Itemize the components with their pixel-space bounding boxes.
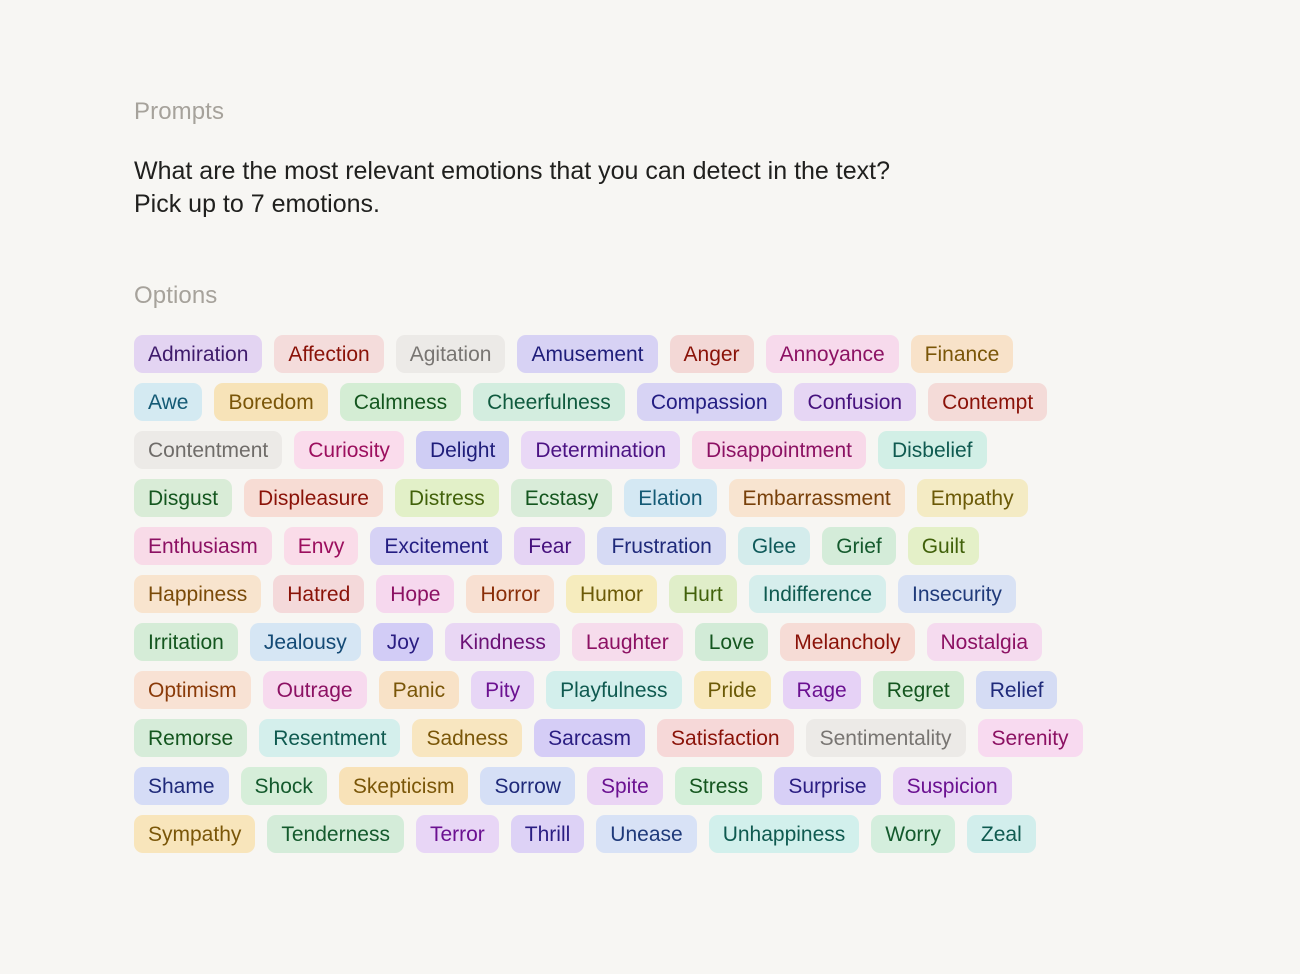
emotion-option-laughter[interactable]: Laughter xyxy=(571,623,683,661)
emotion-option-frustration[interactable]: Frustration xyxy=(597,527,726,565)
emotion-option-hope[interactable]: Hope xyxy=(376,575,455,613)
emotion-option-row: Awe Boredom Calmness Cheerfulness Compassion… xyxy=(134,383,1174,421)
emotion-option-terror[interactable]: Terror xyxy=(415,815,499,853)
emotion-option-enthusiasm[interactable]: Enthusiasm xyxy=(134,527,272,565)
emotion-option-horror[interactable]: Horror xyxy=(466,575,554,613)
emotion-option-row: Shame Shock Skepticism Sorrow Spite Stress Sur… xyxy=(134,767,1174,805)
emotion-options-list: Admiration Affection Agitation Amusement Ang… xyxy=(134,335,1174,853)
emotion-option-outrage[interactable]: Outrage xyxy=(262,671,367,709)
emotion-option-confusion[interactable]: Confusion xyxy=(793,383,917,421)
emotion-option-elation[interactable]: Elation xyxy=(624,479,717,517)
emotion-option-panic[interactable]: Panic xyxy=(378,671,460,709)
emotion-option-shame[interactable]: Shame xyxy=(134,767,229,805)
emotion-option-curiosity[interactable]: Curiosity xyxy=(294,431,404,469)
emotion-option-happiness[interactable]: Happiness xyxy=(134,575,262,613)
emotion-option-agitation[interactable]: Agitation xyxy=(395,335,506,373)
emotion-option-fear[interactable]: Fear xyxy=(514,527,586,565)
emotion-option-joy[interactable]: Joy xyxy=(372,623,434,661)
emotion-option-indifference[interactable]: Indifference xyxy=(748,575,887,613)
emotion-option-nostalgia[interactable]: Nostalgia xyxy=(926,623,1043,661)
emotion-option-admiration[interactable]: Admiration xyxy=(134,335,263,373)
emotion-option-satisfaction[interactable]: Satisfaction xyxy=(657,719,794,757)
emotion-option-row: Happiness Hatred Hope Horror Humor Hurt Indiff… xyxy=(134,575,1174,613)
emotion-option-pity[interactable]: Pity xyxy=(471,671,535,709)
options-section-label: Options xyxy=(134,282,218,309)
emotion-option-row: Admiration Affection Agitation Amusement Ang… xyxy=(134,335,1174,373)
emotion-option-kindness[interactable]: Kindness xyxy=(445,623,560,661)
emotion-option-row: Enthusiasm Envy Excitement Fear Frustration G… xyxy=(134,527,1174,565)
emotion-option-row: Contentment Curiosity Delight Determination… xyxy=(134,431,1174,469)
emotion-option-insecurity[interactable]: Insecurity xyxy=(898,575,1016,613)
emotion-option-ecstasy[interactable]: Ecstasy xyxy=(510,479,613,517)
emotion-option-annoyance[interactable]: Annoyance xyxy=(765,335,899,373)
question-page: Prompts What are the most relevant emoti… xyxy=(0,0,1300,974)
emotion-option-suspicion[interactable]: Suspicion xyxy=(892,767,1012,805)
emotion-option-distress[interactable]: Distress xyxy=(394,479,499,517)
emotion-option-grief[interactable]: Grief xyxy=(822,527,896,565)
emotion-option-hatred[interactable]: Hatred xyxy=(273,575,365,613)
emotion-option-row: Disgust Displeasure Distress Ecstasy Elation… xyxy=(134,479,1174,517)
emotion-option-determination[interactable]: Determination xyxy=(521,431,681,469)
emotion-option-hurt[interactable]: Hurt xyxy=(669,575,737,613)
emotion-option-resentment[interactable]: Resentment xyxy=(259,719,401,757)
emotion-option-zeal[interactable]: Zeal xyxy=(966,815,1036,853)
emotion-option-empathy[interactable]: Empathy xyxy=(916,479,1028,517)
emotion-option-embarrassment[interactable]: Embarrassment xyxy=(728,479,905,517)
emotion-option-cheerfulness[interactable]: Cheerfulness xyxy=(473,383,625,421)
emotion-option-pride[interactable]: Pride xyxy=(693,671,771,709)
emotion-option-thrill[interactable]: Thrill xyxy=(510,815,585,853)
emotion-option-disbelief[interactable]: Disbelief xyxy=(877,431,987,469)
emotion-option-worry[interactable]: Worry xyxy=(871,815,955,853)
emotion-option-melancholy[interactable]: Melancholy xyxy=(780,623,915,661)
emotion-option-optimism[interactable]: Optimism xyxy=(134,671,251,709)
emotion-option-row: Optimism Outrage Panic Pity Playfulness Pride… xyxy=(134,671,1174,709)
emotion-option-anger[interactable]: Anger xyxy=(669,335,754,373)
emotion-option-disgust[interactable]: Disgust xyxy=(134,479,233,517)
emotion-option-row: Sympathy Tenderness Terror Thrill Unease Unha… xyxy=(134,815,1174,853)
emotion-option-delight[interactable]: Delight xyxy=(415,431,510,469)
emotion-option-calmness[interactable]: Calmness xyxy=(339,383,462,421)
emotion-option-jealousy[interactable]: Jealousy xyxy=(249,623,361,661)
emotion-option-remorse[interactable]: Remorse xyxy=(134,719,248,757)
emotion-option-rage[interactable]: Rage xyxy=(782,671,861,709)
emotion-option-sorrow[interactable]: Sorrow xyxy=(480,767,575,805)
emotion-option-stress[interactable]: Stress xyxy=(674,767,763,805)
emotion-option-excitement[interactable]: Excitement xyxy=(370,527,503,565)
emotion-option-row: Remorse Resentment Sadness Sarcasm Satisfact… xyxy=(134,719,1174,757)
emotion-option-boredom[interactable]: Boredom xyxy=(214,383,328,421)
emotion-option-unhappiness[interactable]: Unhappiness xyxy=(708,815,860,853)
emotion-option-serenity[interactable]: Serenity xyxy=(977,719,1083,757)
emotion-option-displeasure[interactable]: Displeasure xyxy=(244,479,383,517)
emotion-option-love[interactable]: Love xyxy=(694,623,769,661)
emotion-option-playfulness[interactable]: Playfulness xyxy=(546,671,682,709)
emotion-option-disappointment[interactable]: Disappointment xyxy=(692,431,866,469)
emotion-option-affection[interactable]: Affection xyxy=(274,335,384,373)
emotion-option-contentment[interactable]: Contentment xyxy=(134,431,283,469)
emotion-option-sadness[interactable]: Sadness xyxy=(412,719,523,757)
prompts-section-label: Prompts xyxy=(134,98,225,125)
emotion-option-regret[interactable]: Regret xyxy=(872,671,964,709)
emotion-option-finance[interactable]: Finance xyxy=(910,335,1014,373)
emotion-option-sympathy[interactable]: Sympathy xyxy=(134,815,256,853)
emotion-option-spite[interactable]: Spite xyxy=(586,767,663,805)
emotion-option-sentimentality[interactable]: Sentimentality xyxy=(805,719,966,757)
emotion-option-surprise[interactable]: Surprise xyxy=(774,767,881,805)
emotion-option-glee[interactable]: Glee xyxy=(737,527,811,565)
emotion-option-irritation[interactable]: Irritation xyxy=(134,623,238,661)
emotion-option-amusement[interactable]: Amusement xyxy=(517,335,658,373)
emotion-option-envy[interactable]: Envy xyxy=(283,527,359,565)
emotion-option-unease[interactable]: Unease xyxy=(596,815,697,853)
emotion-option-relief[interactable]: Relief xyxy=(975,671,1058,709)
emotion-option-shock[interactable]: Shock xyxy=(240,767,327,805)
prompt-question-text: What are the most relevant emotions that… xyxy=(134,157,890,218)
emotion-option-tenderness[interactable]: Tenderness xyxy=(267,815,404,853)
emotion-option-contempt[interactable]: Contempt xyxy=(928,383,1048,421)
emotion-option-sarcasm[interactable]: Sarcasm xyxy=(534,719,646,757)
emotion-option-awe[interactable]: Awe xyxy=(134,383,203,421)
emotion-option-compassion[interactable]: Compassion xyxy=(636,383,782,421)
emotion-option-humor[interactable]: Humor xyxy=(565,575,657,613)
emotion-option-skepticism[interactable]: Skepticism xyxy=(338,767,469,805)
emotion-option-row: Irritation Jealousy Joy Kindness Laughter Lov… xyxy=(134,623,1174,661)
emotion-option-guilt[interactable]: Guilt xyxy=(907,527,979,565)
